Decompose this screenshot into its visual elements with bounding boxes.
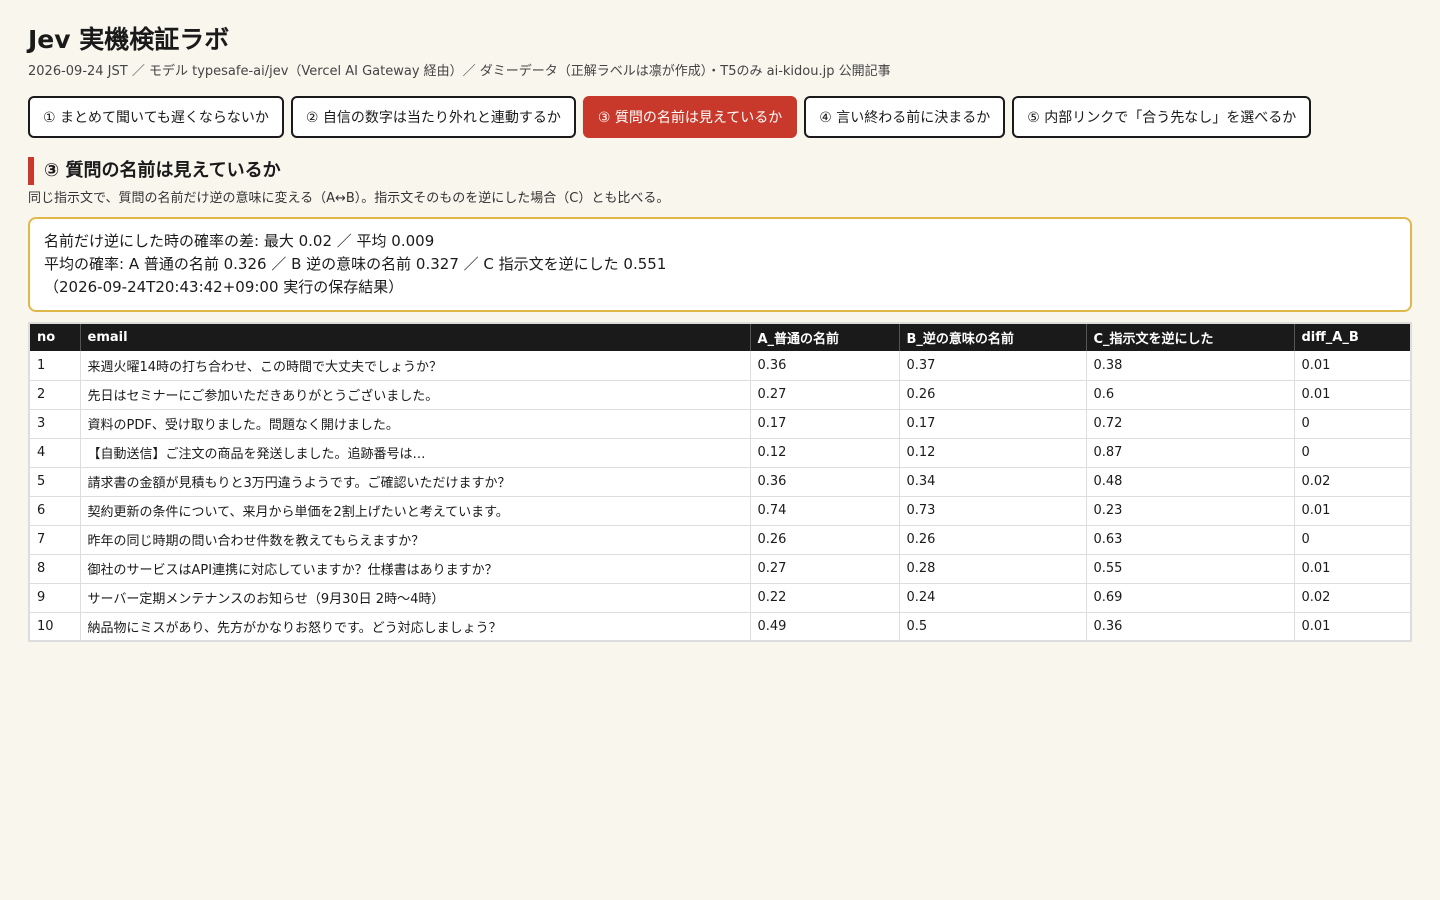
cell-a: 0.26 xyxy=(750,525,900,555)
cell-a: 0.36 xyxy=(750,351,900,381)
cell-b: 0.26 xyxy=(899,380,1087,410)
summary-average-line: 平均の確率: A 普通の名前 0.326 ／ B 逆の意味の名前 0.327 ／… xyxy=(44,255,667,273)
cell-no: 3 xyxy=(29,409,81,439)
tab-3-question-name[interactable]: ③ 質問の名前は見えているか xyxy=(582,96,798,138)
cell-b: 0.17 xyxy=(899,409,1087,439)
cell-b: 0.24 xyxy=(899,583,1087,613)
table-row: 1 来週火曜14時の打ち合わせ、この時間で大丈夫でしょうか？ 0.36 0.37… xyxy=(29,351,1411,381)
cell-email: 資料のPDF、受け取りました。問題なく開けました。 xyxy=(80,409,751,439)
table-row: 2 先日はセミナーにご参加いただきありがとうございました。 0.27 0.26 … xyxy=(29,380,1411,410)
cell-c: 0.6 xyxy=(1086,380,1295,410)
table-row: 9 サーバー定期メンテナンスのお知らせ（9月30日 2時〜4時） 0.22 0.… xyxy=(29,583,1411,613)
cell-email: 納品物にミスがあり、先方がかなりお怒りです。どう対応しましょう？ xyxy=(80,612,751,642)
table-row: 7 昨年の同じ時期の問い合わせ件数を教えてもらえますか？ 0.26 0.26 0… xyxy=(29,525,1411,555)
cell-c: 0.23 xyxy=(1086,496,1295,526)
cell-diff: 0 xyxy=(1294,438,1411,468)
cell-email: サーバー定期メンテナンスのお知らせ（9月30日 2時〜4時） xyxy=(80,583,751,613)
column-header-email: email xyxy=(80,323,751,351)
table-header-row: no email A_普通の名前 B_逆の意味の名前 C_指示文を逆にした di… xyxy=(29,323,1411,351)
cell-no: 8 xyxy=(29,554,81,584)
cell-a: 0.22 xyxy=(750,583,900,613)
column-header-a-normal-name: A_普通の名前 xyxy=(750,323,900,351)
cell-no: 2 xyxy=(29,380,81,410)
cell-no: 1 xyxy=(29,351,81,381)
cell-diff: 0.01 xyxy=(1294,351,1411,381)
cell-diff: 0.01 xyxy=(1294,496,1411,526)
cell-email: 昨年の同じ時期の問い合わせ件数を教えてもらえますか？ xyxy=(80,525,751,555)
cell-b: 0.12 xyxy=(899,438,1087,468)
cell-email: 請求書の金額が見積もりと3万円違うようです。ご確認いただけますか？ xyxy=(80,467,751,497)
cell-b: 0.28 xyxy=(899,554,1087,584)
cell-a: 0.17 xyxy=(750,409,900,439)
cell-a: 0.49 xyxy=(750,612,900,642)
cell-c: 0.63 xyxy=(1086,525,1295,555)
column-header-c-reversed-instruction: C_指示文を逆にした xyxy=(1086,323,1295,351)
experiment-tabs: ① まとめて聞いても遅くならないか ② 自信の数字は当たり外れと連動するか ③ … xyxy=(28,96,1412,138)
section-description: 同じ指示文で、質問の名前だけ逆の意味に変える（A↔B）。指示文そのものを逆にした… xyxy=(28,191,670,206)
cell-no: 5 xyxy=(29,467,81,497)
cell-b: 0.37 xyxy=(899,351,1087,381)
column-header-no: no xyxy=(29,323,81,351)
cell-email: 先日はセミナーにご参加いただきありがとうございました。 xyxy=(80,380,751,410)
page-title: Jev 実機検証ラボ xyxy=(28,25,230,54)
cell-no: 6 xyxy=(29,496,81,526)
cell-no: 4 xyxy=(29,438,81,468)
cell-email: 来週火曜14時の打ち合わせ、この時間で大丈夫でしょうか？ xyxy=(80,351,751,381)
cell-no: 7 xyxy=(29,525,81,555)
cell-no: 9 xyxy=(29,583,81,613)
table-row: 10 納品物にミスがあり、先方がかなりお怒りです。どう対応しましょう？ 0.49… xyxy=(29,612,1411,642)
cell-b: 0.73 xyxy=(899,496,1087,526)
cell-c: 0.87 xyxy=(1086,438,1295,468)
column-header-diff-a-b: diff_A_B xyxy=(1294,323,1411,351)
tab-5-internal-link-none[interactable]: ⑤ 内部リンクで「合う先なし」を選べるか xyxy=(1012,96,1312,138)
cell-email: 契約更新の条件について、来月から単価を2割上げたいと考えています。 xyxy=(80,496,751,526)
cell-c: 0.72 xyxy=(1086,409,1295,439)
table-body: 1 来週火曜14時の打ち合わせ、この時間で大丈夫でしょうか？ 0.36 0.37… xyxy=(29,351,1411,642)
cell-diff: 0.02 xyxy=(1294,583,1411,613)
table-row: 8 御社のサービスはAPI連携に対応していますか？仕様書はありますか？ 0.27… xyxy=(29,554,1411,584)
cell-diff: 0 xyxy=(1294,409,1411,439)
cell-b: 0.5 xyxy=(899,612,1087,642)
cell-a: 0.74 xyxy=(750,496,900,526)
cell-c: 0.69 xyxy=(1086,583,1295,613)
table-row: 3 資料のPDF、受け取りました。問題なく開けました。 0.17 0.17 0.… xyxy=(29,409,1411,439)
results-table: no email A_普通の名前 B_逆の意味の名前 C_指示文を逆にした di… xyxy=(28,322,1412,642)
tab-4-early-decision[interactable]: ④ 言い終わる前に決まるか xyxy=(804,96,1006,138)
cell-diff: 0.01 xyxy=(1294,380,1411,410)
cell-diff: 0.01 xyxy=(1294,612,1411,642)
cell-c: 0.55 xyxy=(1086,554,1295,584)
cell-a: 0.12 xyxy=(750,438,900,468)
summary-box: 名前だけ逆にした時の確率の差: 最大 0.02 ／ 平均 0.009 平均の確率… xyxy=(28,217,1412,312)
table-row: 6 契約更新の条件について、来月から単価を2割上げたいと考えています。 0.74… xyxy=(29,496,1411,526)
cell-b: 0.26 xyxy=(899,525,1087,555)
cell-diff: 0.02 xyxy=(1294,467,1411,497)
column-header-b-opposite-name: B_逆の意味の名前 xyxy=(899,323,1087,351)
cell-c: 0.48 xyxy=(1086,467,1295,497)
cell-a: 0.36 xyxy=(750,467,900,497)
table-row: 4 【自動送信】ご注文の商品を発送しました。追跡番号は… 0.12 0.12 0… xyxy=(29,438,1411,468)
section-title: ③ 質問の名前は見えているか xyxy=(28,157,1412,185)
cell-c: 0.38 xyxy=(1086,351,1295,381)
cell-c: 0.36 xyxy=(1086,612,1295,642)
summary-run-timestamp: （2026-09-24T20:43:42+09:00 実行の保存結果） xyxy=(44,278,404,296)
cell-email: 【自動送信】ご注文の商品を発送しました。追跡番号は… xyxy=(80,438,751,468)
cell-email: 御社のサービスはAPI連携に対応していますか？仕様書はありますか？ xyxy=(80,554,751,584)
cell-b: 0.34 xyxy=(899,467,1087,497)
cell-no: 10 xyxy=(29,612,81,642)
summary-diff-line: 名前だけ逆にした時の確率の差: 最大 0.02 ／ 平均 0.009 xyxy=(44,232,435,250)
tab-1-batch-latency[interactable]: ① まとめて聞いても遅くならないか xyxy=(28,96,284,138)
cell-a: 0.27 xyxy=(750,380,900,410)
table-row: 5 請求書の金額が見積もりと3万円違うようです。ご確認いただけますか？ 0.36… xyxy=(29,467,1411,497)
tab-2-confidence-correlation[interactable]: ② 自信の数字は当たり外れと連動するか xyxy=(290,96,576,138)
cell-diff: 0 xyxy=(1294,525,1411,555)
cell-diff: 0.01 xyxy=(1294,554,1411,584)
cell-a: 0.27 xyxy=(750,554,900,584)
page-subtitle: 2026-09-24 JST ／ モデル typesafe-ai/jev（Ver… xyxy=(28,64,891,79)
